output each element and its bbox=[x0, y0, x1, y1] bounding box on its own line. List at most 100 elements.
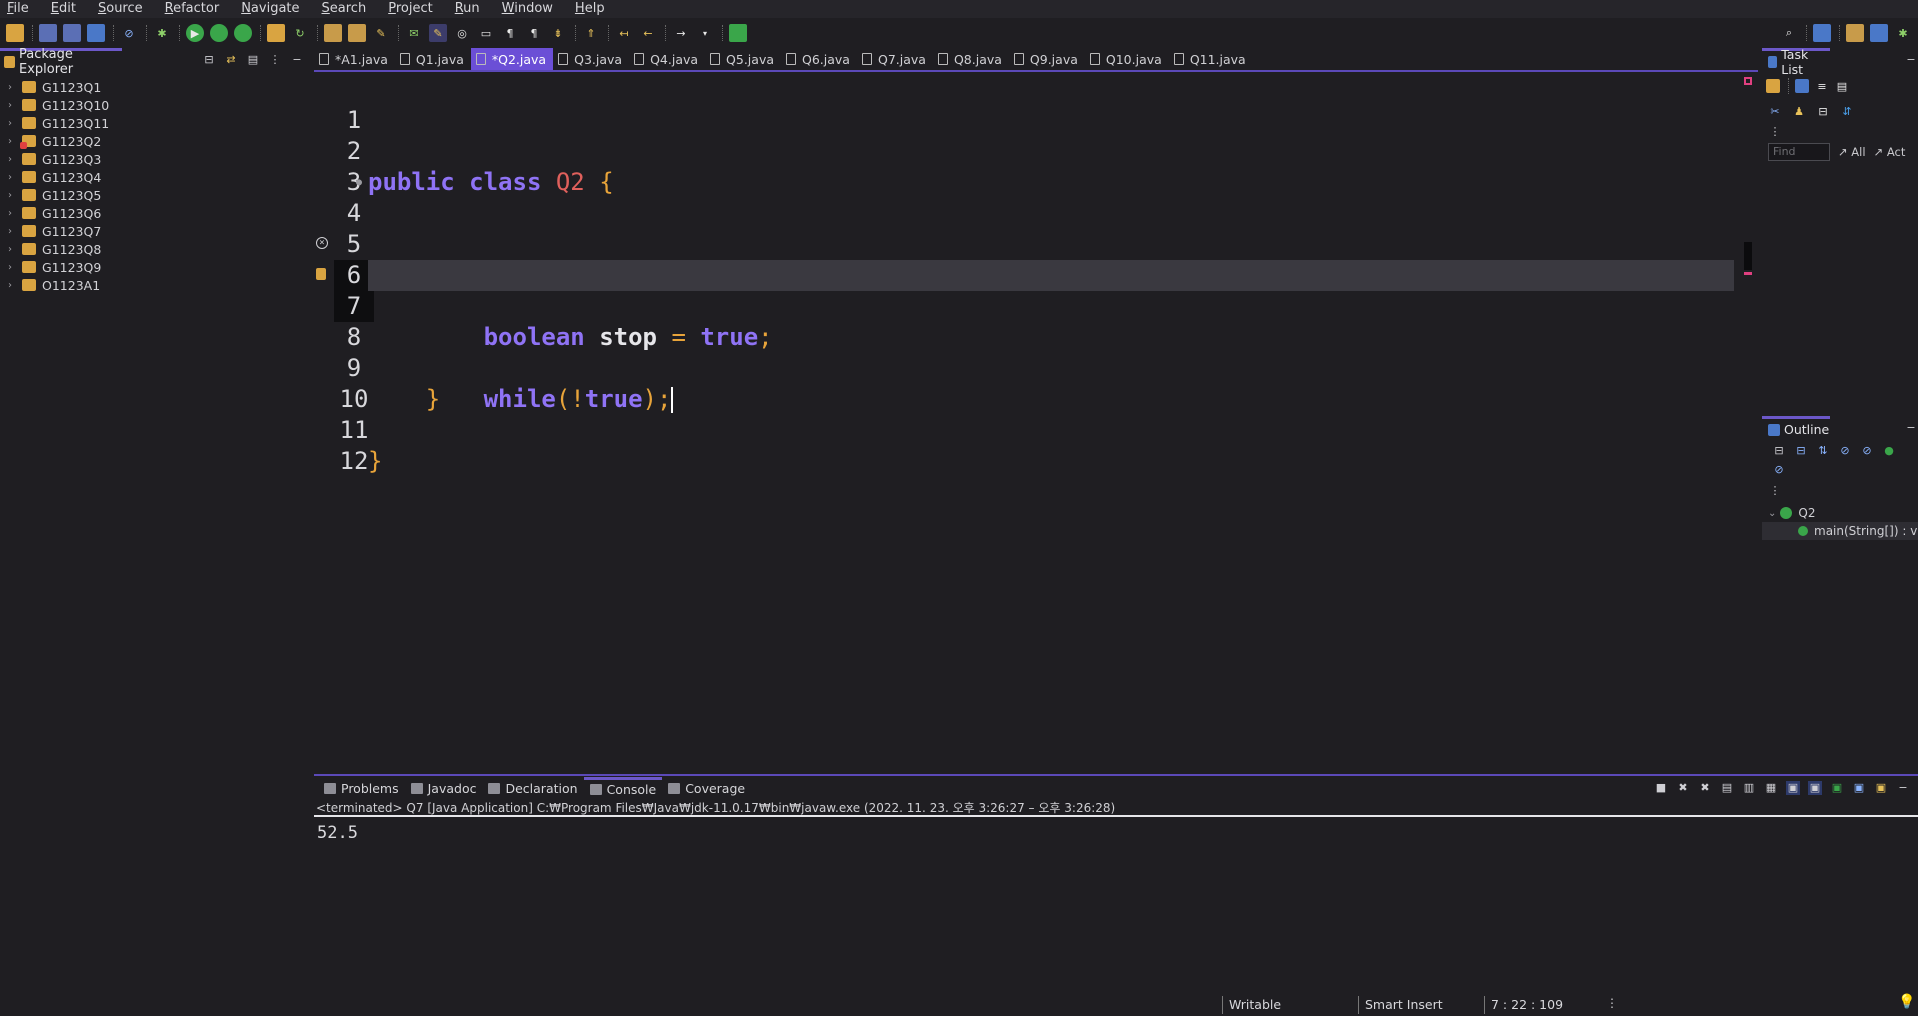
chevron-down-icon[interactable]: ⌄ bbox=[1768, 508, 1776, 519]
show-stderr-icon[interactable]: ▣ bbox=[1808, 780, 1822, 795]
refresh-icon[interactable]: ↻ bbox=[291, 24, 309, 42]
overview-ruler-marker[interactable] bbox=[1744, 242, 1752, 270]
menu-run[interactable]: Run bbox=[448, 1, 487, 17]
hide-fields-icon[interactable]: ⊘ bbox=[1838, 444, 1852, 458]
project-item[interactable]: › G1123Q9 bbox=[0, 258, 310, 276]
minimize-icon[interactable]: − bbox=[1904, 421, 1918, 435]
chevron-right-icon[interactable]: › bbox=[8, 190, 18, 201]
project-item[interactable]: › G1123Q5 bbox=[0, 186, 310, 204]
remove-all-icon[interactable]: ✖ bbox=[1698, 781, 1712, 795]
highlight-icon[interactable]: ✎ bbox=[429, 24, 447, 42]
filter-icon[interactable]: ▤ bbox=[246, 53, 260, 67]
save-icon[interactable] bbox=[39, 24, 57, 42]
editor-tab[interactable]: *Q2.java bbox=[470, 48, 554, 70]
console-tab[interactable]: Declaration bbox=[482, 777, 583, 799]
project-item[interactable]: › G1123Q7 bbox=[0, 222, 310, 240]
annotation-icon[interactable]: ◎ bbox=[453, 24, 471, 42]
view-menu-icon[interactable]: ⋮ bbox=[1768, 484, 1782, 498]
warning-marker-icon[interactable]: × bbox=[316, 237, 328, 249]
forward-icon[interactable]: → bbox=[672, 24, 690, 42]
prev-annotation-icon[interactable]: ↤ bbox=[615, 24, 633, 42]
editor-tab[interactable]: Q11.java bbox=[1169, 48, 1253, 70]
menu-edit[interactable]: Edit bbox=[44, 1, 83, 17]
open-console-icon[interactable] bbox=[729, 24, 747, 42]
editor-tab[interactable]: *A1.java bbox=[314, 48, 395, 70]
chevron-right-icon[interactable]: › bbox=[8, 262, 18, 273]
menu-file[interactable]: File bbox=[0, 1, 36, 17]
display-console-icon[interactable]: ▣ bbox=[1852, 781, 1866, 795]
new-task-icon[interactable] bbox=[1766, 79, 1780, 93]
status-menu-icon[interactable]: ⋮ bbox=[1606, 996, 1618, 1010]
back-icon[interactable]: ← bbox=[639, 24, 657, 42]
view-menu-icon[interactable]: ⋮ bbox=[268, 53, 282, 67]
link-editor-icon[interactable]: ⇄ bbox=[224, 53, 238, 67]
search-icon[interactable]: ⌕ bbox=[1780, 24, 1798, 42]
project-item[interactable]: › G1123Q4 bbox=[0, 168, 310, 186]
debug-perspective-icon[interactable]: ✱ bbox=[1894, 24, 1912, 42]
editor-tab[interactable]: Q7.java bbox=[857, 48, 933, 70]
collapse-icon[interactable]: ⊟ bbox=[1772, 444, 1786, 458]
hide-static-icon[interactable]: ⊘ bbox=[1860, 444, 1874, 458]
chevron-right-icon[interactable]: › bbox=[8, 136, 18, 147]
run-icon[interactable]: ▶ bbox=[186, 24, 204, 42]
open-perspective-icon[interactable] bbox=[1813, 24, 1831, 42]
console-tab[interactable]: Javadoc bbox=[405, 777, 483, 799]
editor-tab[interactable]: Q6.java bbox=[781, 48, 857, 70]
chevron-right-icon[interactable]: › bbox=[8, 82, 18, 93]
activate-link[interactable]: ↗ Act bbox=[1874, 145, 1906, 159]
chevron-right-icon[interactable]: › bbox=[8, 100, 18, 111]
save-all-icon[interactable] bbox=[63, 24, 81, 42]
chevron-right-icon[interactable]: › bbox=[8, 226, 18, 237]
fold-marker-icon[interactable]: ● bbox=[356, 167, 362, 198]
chevron-right-icon[interactable]: › bbox=[8, 280, 18, 291]
project-item[interactable]: › G1123Q3 bbox=[0, 150, 310, 168]
skip-breakpoints-icon[interactable]: ⊘ bbox=[120, 24, 138, 42]
chevron-down-icon[interactable]: ▾ bbox=[696, 24, 714, 42]
minimize-icon[interactable]: − bbox=[1904, 53, 1918, 67]
menu-project[interactable]: Project bbox=[381, 1, 440, 17]
pencil-icon[interactable]: ✎ bbox=[372, 24, 390, 42]
chevron-right-icon[interactable]: › bbox=[8, 118, 18, 129]
overview-ruler-marker[interactable] bbox=[1744, 272, 1752, 275]
project-item[interactable]: › G1123Q1 bbox=[0, 78, 310, 96]
menu-refactor[interactable]: Refactor bbox=[158, 1, 227, 17]
editor-tab[interactable]: Q3.java bbox=[553, 48, 629, 70]
editor-tab[interactable]: Q1.java bbox=[395, 48, 471, 70]
java-ee-perspective-icon[interactable] bbox=[1846, 24, 1864, 42]
menu-navigate[interactable]: Navigate bbox=[234, 1, 306, 17]
sort-icon[interactable]: ⇅ bbox=[1816, 444, 1830, 458]
task-icon[interactable]: ✉ bbox=[405, 24, 423, 42]
collapse-all-icon[interactable]: ⊟ bbox=[202, 53, 216, 67]
outline-tab[interactable]: Outline bbox=[1762, 416, 1830, 440]
pin-console-icon[interactable]: ▣ bbox=[1830, 781, 1844, 795]
outline-class-node[interactable]: ⌄ Q2 bbox=[1762, 504, 1918, 522]
scroll-lock-icon[interactable]: ▥ bbox=[1742, 781, 1756, 795]
clear-console-icon[interactable]: ▤ bbox=[1720, 781, 1734, 795]
view-menu-icon[interactable]: ⋮ bbox=[1768, 125, 1782, 139]
chevron-right-icon[interactable]: › bbox=[8, 154, 18, 165]
menu-search[interactable]: Search bbox=[315, 1, 374, 17]
tip-icon[interactable]: 💡 bbox=[1898, 994, 1915, 1010]
find-input[interactable]: Find bbox=[1768, 143, 1830, 161]
hide-nonpublic-icon[interactable]: ● bbox=[1882, 444, 1896, 458]
collapse-all-icon[interactable]: ⊟ bbox=[1814, 102, 1832, 120]
project-item[interactable]: › G1123Q10 bbox=[0, 96, 310, 114]
project-item[interactable]: › G1123Q11 bbox=[0, 114, 310, 132]
cursor-position-status[interactable]: 7 : 22 : 109 bbox=[1484, 996, 1563, 1014]
open-type-icon[interactable] bbox=[324, 24, 342, 42]
minimize-icon[interactable]: − bbox=[290, 53, 304, 67]
pilcrow-icon[interactable]: ¶ bbox=[525, 24, 543, 42]
whitespace-icon[interactable]: ¶ bbox=[501, 24, 519, 42]
project-item[interactable]: › G1123Q2 bbox=[0, 132, 310, 150]
pin-icon[interactable]: ⇑ bbox=[582, 24, 600, 42]
last-edit-icon[interactable]: ⇟ bbox=[549, 24, 567, 42]
project-item[interactable]: › O1123A1 bbox=[0, 276, 310, 294]
debug-icon[interactable]: ✱ bbox=[153, 24, 171, 42]
collapse-all-icon[interactable]: ⊟ bbox=[1794, 444, 1808, 458]
hide-local-types-icon[interactable]: ⊘ bbox=[1772, 463, 1786, 477]
editor-tab[interactable]: Q10.java bbox=[1085, 48, 1169, 70]
scheduled-icon[interactable]: ≡ bbox=[1815, 79, 1829, 93]
all-link[interactable]: ↗ All bbox=[1838, 145, 1866, 159]
terminal-icon[interactable] bbox=[87, 24, 105, 42]
error-marker-icon[interactable] bbox=[316, 268, 326, 280]
